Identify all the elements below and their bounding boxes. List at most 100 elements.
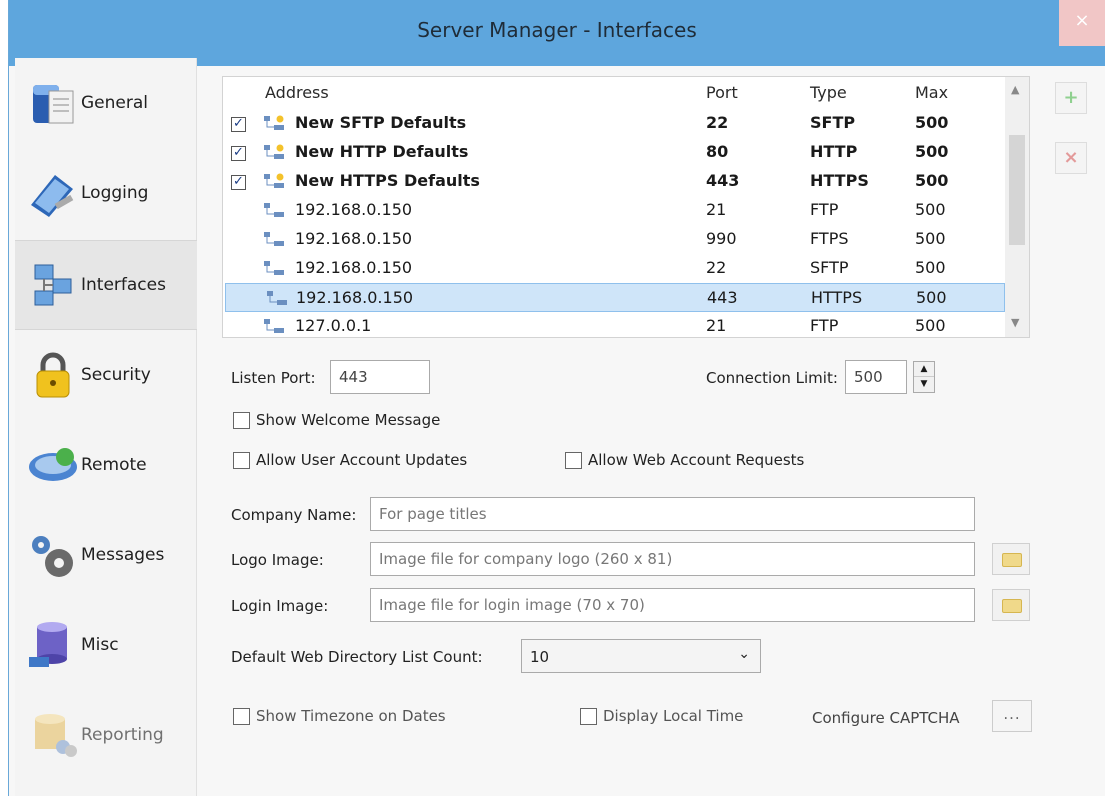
cell-address: New HTTP Defaults — [295, 142, 469, 161]
cell-type: SFTP — [810, 113, 856, 132]
checkbox-box[interactable] — [233, 411, 250, 429]
configure-captcha-button[interactable]: ... — [992, 700, 1032, 732]
table-row[interactable]: ✓ New HTTPS Defaults 443 HTTPS 500 — [223, 167, 1007, 196]
table-row-selected[interactable]: 192.168.0.150 443 HTTPS 500 — [225, 283, 1005, 312]
table-row[interactable]: 192.168.0.150 22 SFTP 500 — [223, 254, 1007, 283]
column-header-address[interactable]: Address — [265, 83, 329, 102]
remote-icon — [29, 448, 77, 481]
sidebar-item-misc[interactable]: Misc — [15, 600, 197, 690]
login-image-label: Login Image: — [231, 597, 329, 615]
cell-type: HTTPS — [810, 171, 869, 190]
cell-max: 500 — [915, 142, 949, 161]
checkbox-box[interactable] — [233, 707, 250, 725]
cell-port: 22 — [706, 258, 727, 277]
cell-address: New HTTPS Defaults — [295, 171, 480, 190]
sidebar-item-label: Messages — [81, 545, 165, 565]
connection-limit-input[interactable]: 500 — [845, 360, 907, 394]
sidebar-item-interfaces[interactable]: Interfaces — [15, 240, 197, 330]
show-welcome-checkbox[interactable]: Show Welcome Message — [233, 411, 440, 429]
close-button[interactable]: × — [1059, 0, 1105, 46]
cell-max: 500 — [915, 316, 946, 335]
table-row[interactable]: 127.0.0.1 21 FTP 500 — [223, 312, 1007, 337]
checkbox-box[interactable] — [580, 707, 597, 725]
table-row[interactable]: ✓ New SFTP Defaults 22 SFTP 500 — [223, 109, 1007, 138]
display-local-time-checkbox[interactable]: Display Local Time — [580, 707, 743, 725]
sidebar-item-label: Security — [81, 365, 151, 385]
cell-max: 500 — [915, 258, 946, 277]
sidebar-item-label: Reporting — [81, 725, 164, 745]
checkbox-box[interactable] — [233, 451, 250, 469]
sidebar-item-label: General — [81, 93, 148, 113]
checkbox-label: Allow Web Account Requests — [588, 451, 805, 469]
checkbox-box[interactable] — [565, 451, 582, 469]
sidebar-item-messages[interactable]: Messages — [15, 510, 197, 600]
interfaces-grid[interactable]: Address Port Type Max ✓ New SFTP Default… — [222, 76, 1030, 338]
cell-max: 500 — [915, 229, 946, 248]
sidebar-item-general[interactable]: General — [15, 58, 197, 148]
cell-type: SFTP — [810, 258, 849, 277]
interface-icon — [264, 319, 284, 333]
column-header-port[interactable]: Port — [706, 83, 738, 102]
cell-type: FTP — [810, 200, 839, 219]
allow-web-requests-checkbox[interactable]: Allow Web Account Requests — [565, 451, 804, 469]
row-checkbox[interactable]: ✓ — [231, 175, 246, 190]
database-icon — [29, 622, 67, 667]
sidebar-item-logging[interactable]: Logging — [15, 148, 197, 238]
interfaces-icon — [34, 264, 72, 306]
cell-port: 21 — [706, 200, 727, 219]
logo-image-label: Logo Image: — [231, 551, 324, 569]
stepper-down-icon[interactable]: ▼ — [914, 377, 934, 392]
table-row[interactable]: 192.168.0.150 21 FTP 500 — [223, 196, 1007, 225]
folder-icon — [1002, 553, 1022, 567]
reporting-icon — [35, 714, 77, 757]
cell-address: 127.0.0.1 — [295, 316, 372, 335]
add-interface-button[interactable]: + — [1055, 82, 1087, 114]
listen-port-input[interactable]: 443 — [330, 360, 430, 394]
cell-address: 192.168.0.150 — [295, 229, 413, 248]
padlock-icon — [36, 352, 70, 398]
grid-scrollbar[interactable]: ▲ ▼ — [1005, 77, 1029, 337]
logo-image-input[interactable]: Image file for company logo (260 x 81) — [370, 542, 975, 576]
table-row[interactable]: ✓ New HTTP Defaults 80 HTTP 500 — [223, 138, 1007, 167]
sidebar-item-reporting[interactable]: Reporting — [15, 690, 197, 780]
listen-port-label: Listen Port: — [231, 369, 316, 387]
stepper-up-icon[interactable]: ▲ — [914, 362, 934, 377]
configure-captcha-label: Configure CAPTCHA — [812, 709, 960, 727]
table-row[interactable]: 192.168.0.150 990 FTPS 500 — [223, 225, 1007, 254]
cell-max: 500 — [915, 113, 949, 132]
connection-limit-stepper[interactable]: ▲ ▼ — [913, 361, 935, 393]
column-header-max[interactable]: Max — [915, 83, 948, 102]
scroll-thumb[interactable] — [1009, 135, 1025, 245]
company-name-input[interactable]: For page titles — [370, 497, 975, 531]
sidebar-item-security[interactable]: Security — [15, 330, 197, 420]
interface-icon — [264, 232, 284, 246]
checkbox-label: Show Welcome Message — [256, 411, 441, 429]
dir-count-select[interactable]: 10 ⌄ — [521, 639, 761, 673]
cell-type: HTTP — [810, 142, 858, 161]
title-bar: Server Manager - Interfaces × — [9, 0, 1105, 66]
show-timezone-checkbox[interactable]: Show Timezone on Dates — [233, 707, 446, 725]
row-checkbox[interactable]: ✓ — [231, 146, 246, 161]
cell-address: 192.168.0.150 — [295, 258, 413, 277]
cell-address: 192.168.0.150 — [296, 288, 414, 307]
checkbox-label: Allow User Account Updates — [256, 451, 468, 469]
browse-logo-button[interactable] — [992, 543, 1030, 575]
general-icon — [33, 85, 74, 124]
remove-interface-button[interactable]: × — [1055, 142, 1087, 174]
login-image-input[interactable]: Image file for login image (70 x 70) — [370, 588, 975, 622]
browse-login-button[interactable] — [992, 589, 1030, 621]
interface-icon — [264, 144, 284, 159]
scroll-up-icon[interactable]: ▲ — [1011, 83, 1019, 96]
row-checkbox[interactable]: ✓ — [231, 117, 246, 132]
sidebar-item-remote[interactable]: Remote — [15, 420, 197, 510]
sidebar-item-label: Logging — [81, 183, 149, 203]
sidebar-nav: General Logging Interfaces Security Remo… — [15, 58, 197, 796]
column-header-type[interactable]: Type — [810, 83, 847, 102]
cell-type: HTTPS — [811, 288, 863, 307]
logging-icon — [31, 175, 74, 217]
scroll-down-icon[interactable]: ▼ — [1011, 316, 1019, 329]
dir-count-value: 10 — [530, 648, 550, 666]
gears-icon — [32, 536, 73, 577]
allow-user-updates-checkbox[interactable]: Allow User Account Updates — [233, 451, 467, 469]
cell-type: FTPS — [810, 229, 849, 248]
